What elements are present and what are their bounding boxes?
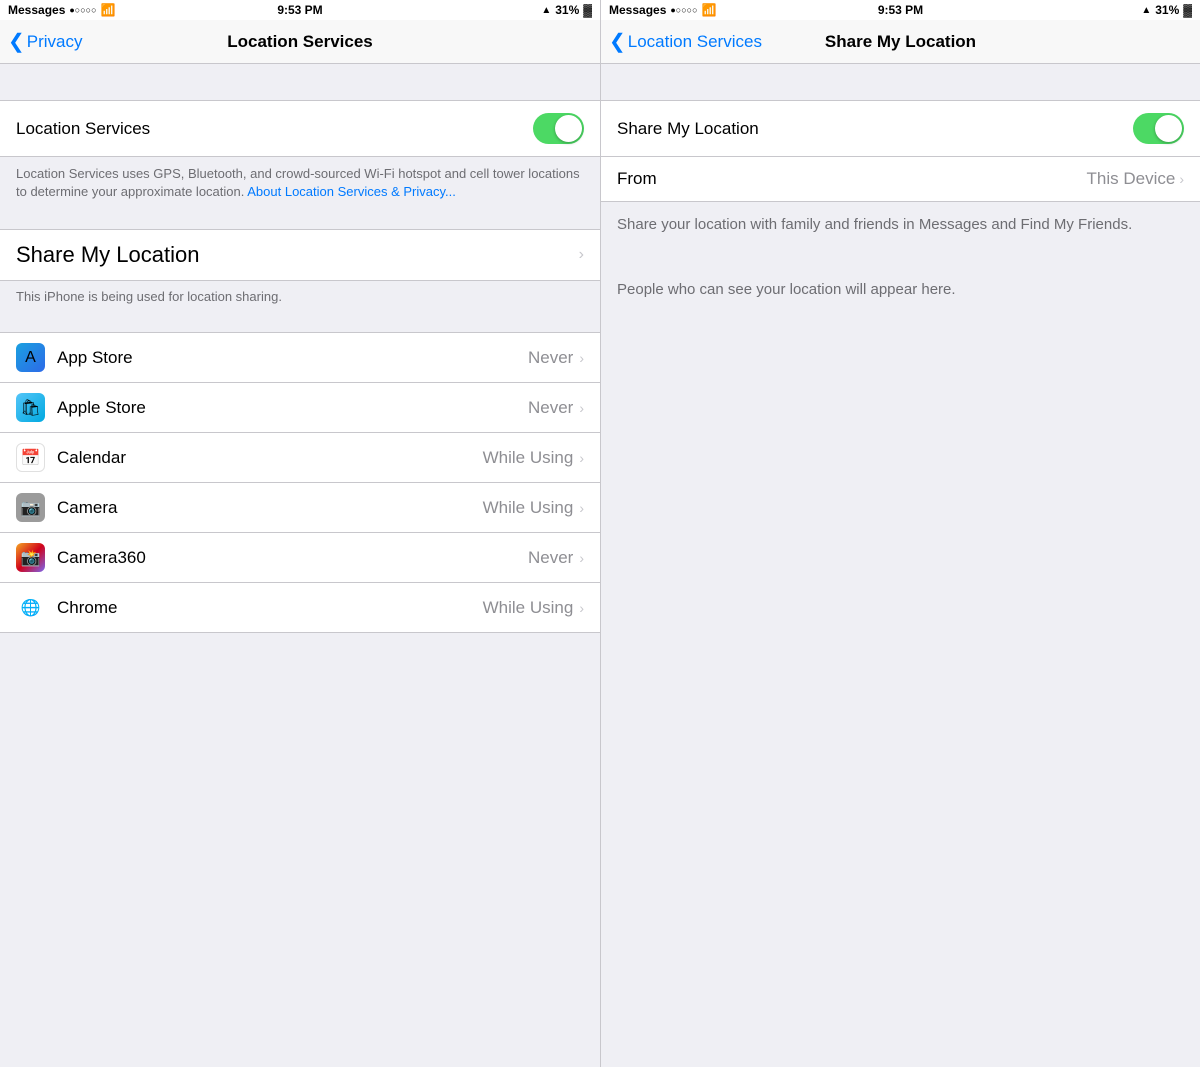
toggle-knob [555, 115, 582, 142]
spacer-3 [0, 314, 600, 332]
location-services-label: Location Services [16, 119, 150, 139]
back-chevron-left: ❮ [8, 29, 25, 54]
share-my-location-toggle[interactable] [1133, 113, 1184, 144]
app-name: Camera360 [57, 548, 528, 568]
info-block-1: Share your location with family and frie… [601, 202, 1200, 249]
app-row-chevron: › [579, 600, 584, 616]
share-my-location-row[interactable]: Share My Location › [0, 229, 600, 281]
app-row-chevron: › [579, 550, 584, 566]
app-name: Camera [57, 498, 483, 518]
battery-icon-left: ▓ [583, 3, 592, 17]
app-name: Chrome [57, 598, 483, 618]
carrier-left: Messages [8, 3, 65, 17]
app-icon: 📅 [16, 443, 45, 472]
app-name: App Store [57, 348, 528, 368]
location-description: Location Services uses GPS, Bluetooth, a… [0, 157, 600, 211]
app-name: Apple Store [57, 398, 528, 418]
back-chevron-right: ❮ [609, 29, 626, 54]
status-right-right: ▲ 31% ▓ [1141, 3, 1192, 17]
app-permission: Never [528, 398, 573, 418]
app-list-item[interactable]: 🛍 Apple StoreNever › [0, 383, 600, 433]
sharing-note: This iPhone is being used for location s… [0, 281, 600, 314]
app-permission: While Using [483, 498, 574, 518]
share-my-location-toggle-row[interactable]: Share My Location [601, 100, 1200, 157]
app-list-item[interactable]: 📅 CalendarWhile Using › [0, 433, 600, 483]
spacer-1 [0, 64, 600, 100]
status-bar-right: Messages ●○○○○ 📶 9:53 PM ▲ 31% ▓ [601, 0, 1200, 20]
location-services-toggle[interactable] [533, 113, 584, 144]
app-name: Calendar [57, 448, 483, 468]
spacer-2 [0, 211, 600, 229]
time-left: 9:53 PM [277, 3, 322, 17]
spacer-right-2 [601, 249, 1200, 267]
back-label-right: Location Services [628, 32, 762, 52]
app-list-item[interactable]: 📷 CameraWhile Using › [0, 483, 600, 533]
info-block-2: People who can see your location will ap… [601, 267, 1200, 314]
spacer-right-1 [601, 64, 1200, 100]
right-panel: Messages ●○○○○ 📶 9:53 PM ▲ 31% ▓ ❮ Locat… [600, 0, 1200, 1067]
status-right-left: ▲ 31% ▓ [541, 3, 592, 17]
battery-left: 31% [555, 3, 579, 17]
carrier-right: Messages [609, 3, 666, 17]
share-my-location-label: Share My Location [16, 242, 199, 268]
app-row-chevron: › [579, 500, 584, 516]
app-list-item[interactable]: A App StoreNever › [0, 333, 600, 383]
app-list-item[interactable]: 🌐 ChromeWhile Using › [0, 583, 600, 632]
location-services-toggle-row[interactable]: Location Services [0, 100, 600, 157]
from-value: This Device [1087, 169, 1176, 189]
app-row-chevron: › [579, 450, 584, 466]
from-row[interactable]: From This Device › [601, 157, 1200, 202]
nav-title-left: Location Services [227, 32, 373, 52]
location-icon-right: ▲ [1141, 5, 1151, 16]
toggle-knob-right [1155, 115, 1182, 142]
app-icon: 📷 [16, 493, 45, 522]
back-button-left[interactable]: ❮ Privacy [8, 29, 83, 54]
left-panel: Messages ●○○○○ 📶 9:53 PM ▲ 31% ▓ ❮ Priva… [0, 0, 600, 1067]
nav-bar-left: ❮ Privacy Location Services [0, 20, 600, 64]
time-right: 9:53 PM [878, 3, 923, 17]
status-left-right: Messages ●○○○○ 📶 [609, 3, 717, 17]
nav-title-right: Share My Location [825, 32, 976, 52]
app-row-chevron: › [579, 350, 584, 366]
app-list: AApp StoreNever›🛍Apple StoreNever›📅Calen… [0, 332, 600, 633]
app-row-chevron: › [579, 400, 584, 416]
battery-icon-right: ▓ [1183, 3, 1192, 17]
app-permission: Never [528, 548, 573, 568]
wifi-icon-right: 📶 [702, 3, 717, 17]
back-label-left: Privacy [27, 32, 83, 52]
app-icon: 📸 [16, 543, 45, 572]
about-link[interactable]: About Location Services & Privacy... [247, 184, 456, 199]
battery-right: 31% [1155, 3, 1179, 17]
app-permission: While Using [483, 598, 574, 618]
status-bar-left: Messages ●○○○○ 📶 9:53 PM ▲ 31% ▓ [0, 0, 600, 20]
app-icon: A [16, 343, 45, 372]
from-chevron: › [1179, 171, 1184, 187]
app-icon: 🌐 [16, 593, 45, 622]
signal-right: ●○○○○ [670, 5, 697, 15]
app-list-item[interactable]: 📸 Camera360Never › [0, 533, 600, 583]
wifi-icon-left: 📶 [101, 3, 116, 17]
location-icon-left: ▲ [541, 5, 551, 16]
status-left: Messages ●○○○○ 📶 [8, 3, 116, 17]
signal-left: ●○○○○ [69, 5, 96, 15]
app-permission: Never [528, 348, 573, 368]
app-icon: 🛍 [16, 393, 45, 422]
nav-bar-right: ❮ Location Services Share My Location [601, 20, 1200, 64]
from-label: From [617, 169, 657, 189]
share-my-location-chevron: › [579, 246, 584, 264]
back-button-right[interactable]: ❮ Location Services [609, 29, 762, 54]
app-permission: While Using [483, 448, 574, 468]
share-my-location-toggle-label: Share My Location [617, 119, 759, 139]
from-value-group: This Device › [1087, 169, 1184, 189]
